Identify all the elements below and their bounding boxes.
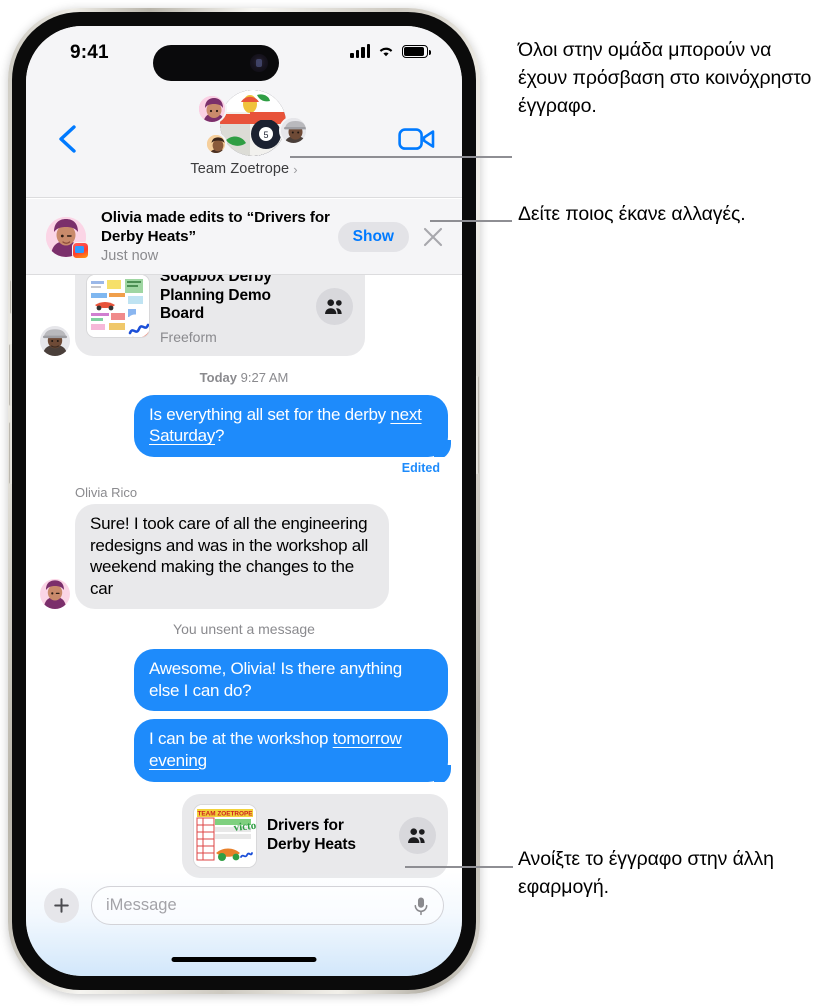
group-name[interactable]: Team Zoetrope › bbox=[190, 161, 297, 177]
home-indicator[interactable] bbox=[171, 956, 317, 962]
collaborators-button[interactable] bbox=[316, 287, 353, 325]
member-avatar-olivia bbox=[197, 94, 227, 124]
message-row-outgoing-2[interactable]: Awesome, Olivia! Is there anything else … bbox=[26, 649, 462, 712]
board-title: Soapbox Derby Planning Demo Board bbox=[160, 275, 272, 323]
shared-document-card[interactable]: TEAM ZOETROPE victory! Drivers for Derby… bbox=[182, 793, 448, 878]
bubble-tail bbox=[434, 437, 454, 457]
callout-shared-document: Όλοι στην ομάδα μπορούν να έχουν πρόσβασ… bbox=[518, 39, 812, 118]
leader-line-2 bbox=[430, 220, 512, 223]
message-text-tail: ? bbox=[215, 426, 225, 446]
message-bubble-incoming-1[interactable]: Sure! I took care of all the engineering… bbox=[75, 503, 389, 610]
board-card-text: Soapbox Derby Planning Demo Board Freefo… bbox=[160, 275, 305, 345]
svg-text:5: 5 bbox=[263, 130, 268, 140]
message-row-shared-doc[interactable]: TEAM ZOETROPE victory! Drivers for Derby… bbox=[26, 793, 462, 878]
leader-line-3 bbox=[405, 866, 513, 869]
people-icon bbox=[408, 828, 425, 844]
member-avatar-third bbox=[205, 133, 227, 155]
group-name-label: Team Zoetrope bbox=[190, 161, 290, 177]
notification-avatar bbox=[46, 216, 89, 259]
timestamp-day: Today bbox=[199, 369, 237, 385]
message-row-incoming-1[interactable]: Sure! I took care of all the engineering… bbox=[26, 503, 462, 610]
sender-avatar bbox=[40, 325, 70, 356]
group-avatar-stack[interactable]: 5 bbox=[179, 88, 309, 160]
leader-line-1 bbox=[290, 156, 512, 159]
imessage-input[interactable]: iMessage bbox=[91, 886, 444, 925]
front-camera-icon bbox=[250, 54, 268, 72]
timestamp-time: 9:27 AM bbox=[240, 369, 289, 385]
message-row-outgoing-1[interactable]: Is everything all set for the derby next… bbox=[26, 394, 462, 457]
add-attachment-button[interactable] bbox=[44, 888, 79, 923]
callout-see-changes: Δείτε ποιος έκανε αλλαγές. bbox=[518, 203, 746, 225]
imessage-placeholder: iMessage bbox=[106, 896, 177, 914]
message-text-plain: Is everything all set for the derby bbox=[149, 404, 391, 424]
doc-card-text: Drivers for Derby Heats bbox=[267, 817, 388, 854]
freeform-icon bbox=[128, 316, 149, 338]
group-identity[interactable]: 5 Team Zoetrope › bbox=[26, 88, 462, 178]
message-bubble-outgoing-2[interactable]: Awesome, Olivia! Is there anything else … bbox=[134, 649, 448, 712]
message-list[interactable]: Soapbox Derby Planning Demo Board Freefo… bbox=[26, 275, 462, 915]
wifi-icon bbox=[379, 47, 393, 57]
incoming-avatar bbox=[40, 579, 70, 610]
notification-timestamp: Just now bbox=[101, 248, 159, 265]
phone-bezel: 9:41 5 Team Zoetrope › Olivia made edits… bbox=[12, 12, 476, 990]
edit-notification-banner[interactable]: Olivia made edits to “Drivers for Derby … bbox=[26, 199, 462, 275]
message-text-plain-3: I can be at the workshop bbox=[149, 729, 333, 749]
message-bubble-outgoing-3[interactable]: I can be at the workshop tomorrow evenin… bbox=[134, 719, 448, 782]
conversation-header: 5 Team Zoetrope › bbox=[26, 84, 462, 198]
notification-text: Olivia made edits to “Drivers for Derby … bbox=[101, 209, 338, 264]
edited-label: Edited bbox=[401, 460, 440, 475]
dynamic-island bbox=[153, 45, 279, 81]
message-input-bar: iMessage bbox=[26, 872, 462, 976]
doc-collaborators-button[interactable] bbox=[399, 817, 436, 855]
svg-text:TEAM ZOETROPE: TEAM ZOETROPE bbox=[197, 810, 253, 817]
freeform-board-card[interactable]: Soapbox Derby Planning Demo Board Freefo… bbox=[75, 275, 365, 356]
status-indicators bbox=[350, 44, 432, 58]
close-icon[interactable] bbox=[422, 226, 444, 248]
timestamp-divider: Today 9:27 AM bbox=[26, 370, 462, 385]
status-time: 9:41 bbox=[70, 42, 109, 63]
status-bar: 9:41 bbox=[26, 26, 462, 84]
board-thumbnail bbox=[87, 275, 149, 338]
message-row-outgoing-3[interactable]: I can be at the workshop tomorrow evenin… bbox=[26, 719, 462, 782]
board-app-name: Freeform bbox=[160, 328, 217, 345]
sender-name-label: Olivia Rico bbox=[75, 484, 138, 500]
bubble-tail-3 bbox=[434, 762, 454, 782]
doc-title: Drivers for Derby Heats bbox=[267, 816, 356, 853]
group-photo: 5 bbox=[220, 90, 286, 156]
cellular-signal-icon bbox=[350, 44, 370, 58]
system-unsent-note: You unsent a message bbox=[173, 621, 315, 638]
notification-title: Olivia made edits to “Drivers for Derby … bbox=[101, 208, 330, 245]
message-row-freeform-card[interactable]: Soapbox Derby Planning Demo Board Freefo… bbox=[26, 275, 462, 356]
phone-screen: 9:41 5 Team Zoetrope › Olivia made edits… bbox=[26, 26, 462, 976]
freeform-app-badge bbox=[72, 241, 89, 259]
chevron-right-icon: › bbox=[293, 161, 298, 177]
show-button[interactable]: Show bbox=[337, 221, 409, 252]
plus-icon bbox=[54, 898, 69, 913]
screenshot-root: 9:41 5 Team Zoetrope › Olivia made edits… bbox=[0, 0, 814, 1008]
message-bubble-outgoing-1[interactable]: Is everything all set for the derby next… bbox=[134, 394, 448, 457]
battery-icon bbox=[402, 45, 432, 58]
facetime-video-icon[interactable] bbox=[398, 126, 436, 152]
doc-thumbnail: TEAM ZOETROPE victory! bbox=[194, 804, 256, 867]
microphone-icon[interactable] bbox=[413, 896, 429, 916]
callout-open-document: Ανοίξτε το έγγραφο στην άλλη εφαρμογή. bbox=[518, 848, 774, 899]
people-icon bbox=[325, 299, 342, 314]
member-avatar-grey bbox=[279, 116, 308, 145]
